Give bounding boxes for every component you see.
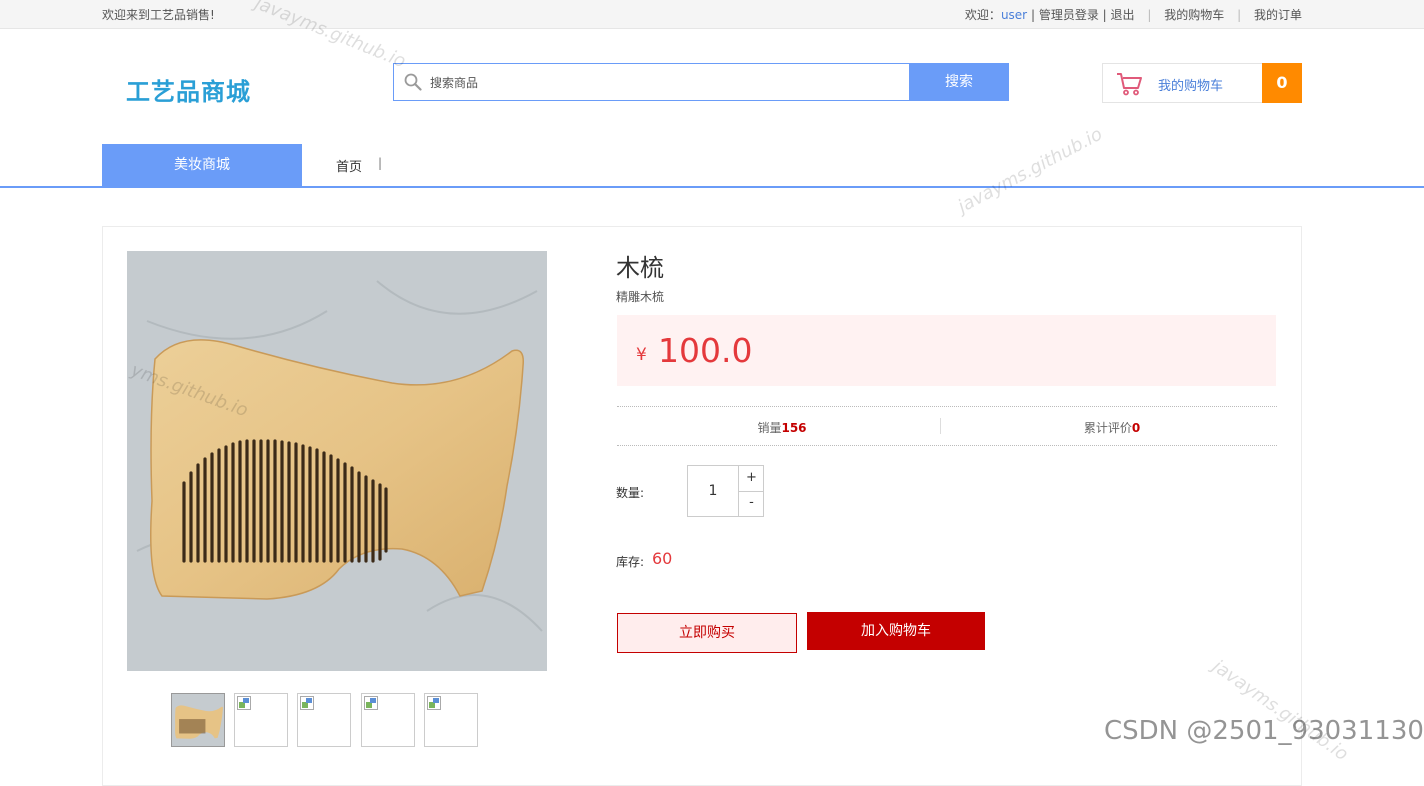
quantity-input[interactable]: 1	[688, 466, 738, 516]
nav-home-link[interactable]: 首页	[336, 156, 362, 175]
thumbnail-3[interactable]	[297, 693, 351, 747]
top-links: 欢迎：user | 管理员登录 | 退出 | 我的购物车 | 我的订单	[965, 6, 1302, 23]
broken-image-icon	[427, 696, 441, 710]
thumbnail-2[interactable]	[234, 693, 288, 747]
stock-value: 60	[652, 549, 673, 568]
product-main-image	[127, 251, 547, 671]
broken-image-icon	[237, 696, 251, 710]
product-title: 木梳	[616, 254, 664, 282]
product-stats: 销量156 累计评价0	[617, 406, 1277, 446]
quantity-stepper: 1 + -	[687, 465, 764, 517]
product-price: 100.0	[658, 331, 753, 370]
main-nav: 美妆商城 首页 |	[0, 144, 1424, 188]
price-box: ¥ 100.0	[617, 315, 1276, 386]
my-cart-link[interactable]: 我的购物车	[1164, 6, 1224, 23]
reviews-value: 0	[1131, 421, 1141, 435]
header-cart[interactable]: 我的购物车 0	[1102, 63, 1302, 103]
divider: |	[1147, 8, 1152, 22]
sales-value: 156	[781, 421, 807, 435]
quantity-decrement-button[interactable]: -	[738, 491, 764, 516]
product-subtitle: 精雕木梳	[616, 290, 665, 304]
reviews-label: 累计评价	[1083, 421, 1132, 435]
welcome-text: 欢迎来到工艺品销售!	[102, 8, 215, 22]
reviews-stat[interactable]: 累计评价0	[947, 419, 1277, 436]
admin-login-link[interactable]: 管理员登录	[1039, 6, 1099, 23]
stock-label: 库存:	[616, 555, 645, 569]
thumbnail-5[interactable]	[424, 693, 478, 747]
header-cart-label: 我的购物车	[1158, 79, 1224, 94]
search-icon	[404, 73, 422, 91]
nav-separator: |	[378, 156, 383, 170]
divider: |	[1030, 8, 1035, 22]
site-logo[interactable]: 工艺品商城	[126, 72, 251, 107]
currency-symbol: ¥	[636, 345, 647, 365]
search-button[interactable]: 搜索	[909, 63, 1009, 101]
quantity-increment-button[interactable]: +	[738, 466, 764, 492]
nav-category-tab[interactable]: 美妆商城	[102, 144, 302, 186]
sales-label: 销量	[757, 421, 782, 435]
greeting-label: 欢迎：	[964, 8, 1001, 22]
stats-divider	[940, 418, 941, 434]
divider: |	[1102, 8, 1107, 22]
cart-count-badge: 0	[1262, 63, 1302, 103]
thumbnail-1[interactable]	[171, 693, 225, 747]
search-input[interactable]	[428, 72, 902, 94]
buy-now-button[interactable]: 立即购买	[617, 613, 797, 653]
quantity-label: 数量:	[616, 486, 645, 500]
top-bar: 欢迎来到工艺品销售! 欢迎：user | 管理员登录 | 退出 | 我的购物车 …	[0, 0, 1424, 29]
divider: |	[1237, 8, 1242, 22]
comb-thumbnail-image	[172, 694, 224, 746]
shopping-cart-icon	[1117, 73, 1142, 96]
add-to-cart-button[interactable]: 加入购物车	[807, 612, 985, 650]
logout-link[interactable]: 退出	[1111, 6, 1135, 23]
wooden-comb-image	[127, 251, 547, 671]
search-bar: 搜索	[393, 63, 1009, 101]
csdn-watermark: CSDN @2501_93031130	[1104, 716, 1424, 746]
broken-image-icon	[364, 696, 378, 710]
sales-stat: 销量156	[617, 419, 947, 436]
broken-image-icon	[300, 696, 314, 710]
my-orders-link[interactable]: 我的订单	[1254, 6, 1302, 23]
thumbnail-4[interactable]	[361, 693, 415, 747]
username-link[interactable]: user	[1001, 8, 1027, 22]
